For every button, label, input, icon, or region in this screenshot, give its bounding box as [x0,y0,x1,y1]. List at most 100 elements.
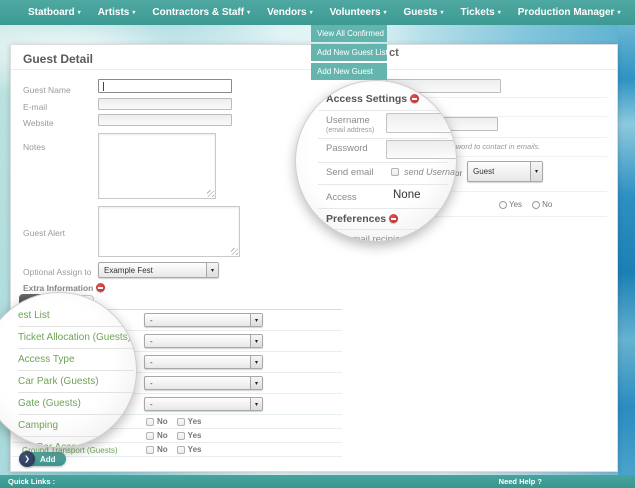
extra-info-select[interactable]: - ▾ [144,313,263,327]
select-value: - [145,316,153,325]
remove-icon[interactable] [96,283,105,292]
resize-grip-icon[interactable] [231,248,238,255]
footer-bar: Quick Links : Need Help ? [0,475,635,488]
send-email-label: Send email [326,167,374,178]
nav-item[interactable]: Statboard ▾ [28,7,81,18]
chevron-down-icon: ▾ [384,9,387,16]
checkbox-no[interactable] [146,432,154,440]
checkbox-yes[interactable] [177,418,185,426]
chevron-down-icon: ▾ [310,9,313,16]
nav-item-label: Volunteers [330,7,381,18]
email-input[interactable] [98,98,232,110]
guests-menu-item[interactable]: Add New Guest List [311,44,387,61]
radio-yes-group: Yes [499,200,522,209]
magnified-extra-row: est List [18,305,134,327]
chevron-down-icon: ▾ [206,263,218,277]
checkbox-no[interactable] [146,418,154,426]
guest-name-input[interactable] [98,79,232,93]
notes-textarea[interactable] [98,133,216,199]
chevron-down-icon: ▾ [247,9,250,16]
yes-label: Yes [509,200,522,209]
no-label: No [157,431,168,440]
password-input-magnified[interactable] [386,140,457,159]
resize-grip-icon[interactable] [207,190,214,197]
chevron-down-icon: ▾ [440,9,443,16]
nav-item[interactable]: Volunteers ▾ [330,7,387,18]
nav-item-label: Guests [404,7,438,18]
guests-menu-item[interactable]: View All Confirmed [311,25,387,42]
nav-item[interactable]: Artists ▾ [98,7,136,18]
divider [318,184,448,185]
panel-title: Guest Detail [23,52,93,66]
website-label: Website [23,118,54,128]
nav-item[interactable]: Vendors ▾ [267,7,312,18]
magnifier-extra-information: est List Ticket Allocation (Guests) Acce… [0,292,137,448]
extra-info-select[interactable]: - ▾ [144,355,263,369]
extra-info-select[interactable]: - ▾ [144,376,263,390]
checkbox-yes[interactable] [177,446,185,454]
magnified-extra-label: Ticket Allocation (Guests) [18,332,131,343]
select-value: - [145,400,153,409]
divider [318,162,448,163]
checkbox-no[interactable] [146,446,154,454]
no-label: No [157,445,168,454]
remove-icon[interactable] [389,214,398,223]
nav-item[interactable]: Contractors & Staff ▾ [152,7,250,18]
radio-no[interactable] [532,201,540,209]
no-label: No [542,200,552,209]
page: Statboard ▾ Artists ▾ Contractors & Staf… [0,0,635,488]
chevron-right-icon: ❯ [19,451,35,467]
extra-info-select[interactable]: - ▾ [144,334,263,348]
quick-links-label[interactable]: Quick Links : [8,477,55,486]
nav-item-label: Artists [98,7,130,18]
divider [318,208,448,209]
chevron-down-icon: ▾ [530,162,542,181]
magnified-extra-label: Camping [18,420,58,431]
nav-item[interactable]: Tickets ▾ [460,7,500,18]
need-help-link[interactable]: Need Help ? [499,477,542,486]
magnified-extra-row: VIP Bar Access [18,437,134,448]
partial-heading: ct [389,47,399,59]
nav-item-label: Statboard [28,7,75,18]
bulk-email-label: Bulk email recipient [326,234,408,242]
notes-label: Notes [23,142,45,152]
magnified-extra-row: Camping [18,415,134,437]
add-button[interactable]: ❯ Add [19,451,66,467]
website-input[interactable] [98,114,232,126]
select-value: - [145,379,153,388]
magnified-extra-row: Access Type [18,349,134,371]
guests-menu-item[interactable]: Add New Guest [311,63,387,80]
yes-no-group: No Yes [146,445,207,454]
access-value: None [393,189,421,201]
send-email-hint-fragment: sword to contact in emails. [452,142,540,151]
divider [318,138,448,139]
checkbox-yes[interactable] [177,432,185,440]
preferences-title: Preferences [326,213,398,225]
username-input-magnified[interactable] [386,113,457,133]
nav-item-label: Contractors & Staff [152,7,244,18]
chevron-down-icon: ▾ [498,9,501,16]
access-settings-title: Access Settings [326,93,419,105]
remove-icon[interactable] [410,94,419,103]
select-value: - [145,358,153,367]
chevron-down-icon: ▾ [250,314,262,326]
send-email-checkbox[interactable] [391,168,399,176]
chevron-down-icon: ▾ [78,9,81,16]
nav-item-label: Production Manager [518,7,615,18]
nav-item[interactable]: Production Manager ▾ [518,7,621,18]
nav-item-label: Vendors [267,7,306,18]
radio-yes[interactable] [499,201,507,209]
guest-type-select[interactable]: Guest ▾ [467,161,543,182]
extra-info-select[interactable]: - ▾ [144,397,263,411]
magnified-extra-label: est List [18,310,50,321]
nav-item[interactable]: Guests ▾ [404,7,444,18]
nav-item-label: Tickets [460,7,494,18]
magnified-extra-row: Gate (Guests) [18,393,134,415]
optional-assign-select[interactable]: Example Fest ▾ [98,262,219,278]
magnifier-access-settings: Access Settings Username (email address)… [295,80,457,242]
chevron-down-icon: ▾ [250,398,262,410]
chevron-down-icon: ▾ [250,377,262,389]
guest-alert-textarea[interactable] [98,206,240,257]
username-label: Username [326,115,370,126]
guest-alert-label: Guest Alert [23,228,65,238]
